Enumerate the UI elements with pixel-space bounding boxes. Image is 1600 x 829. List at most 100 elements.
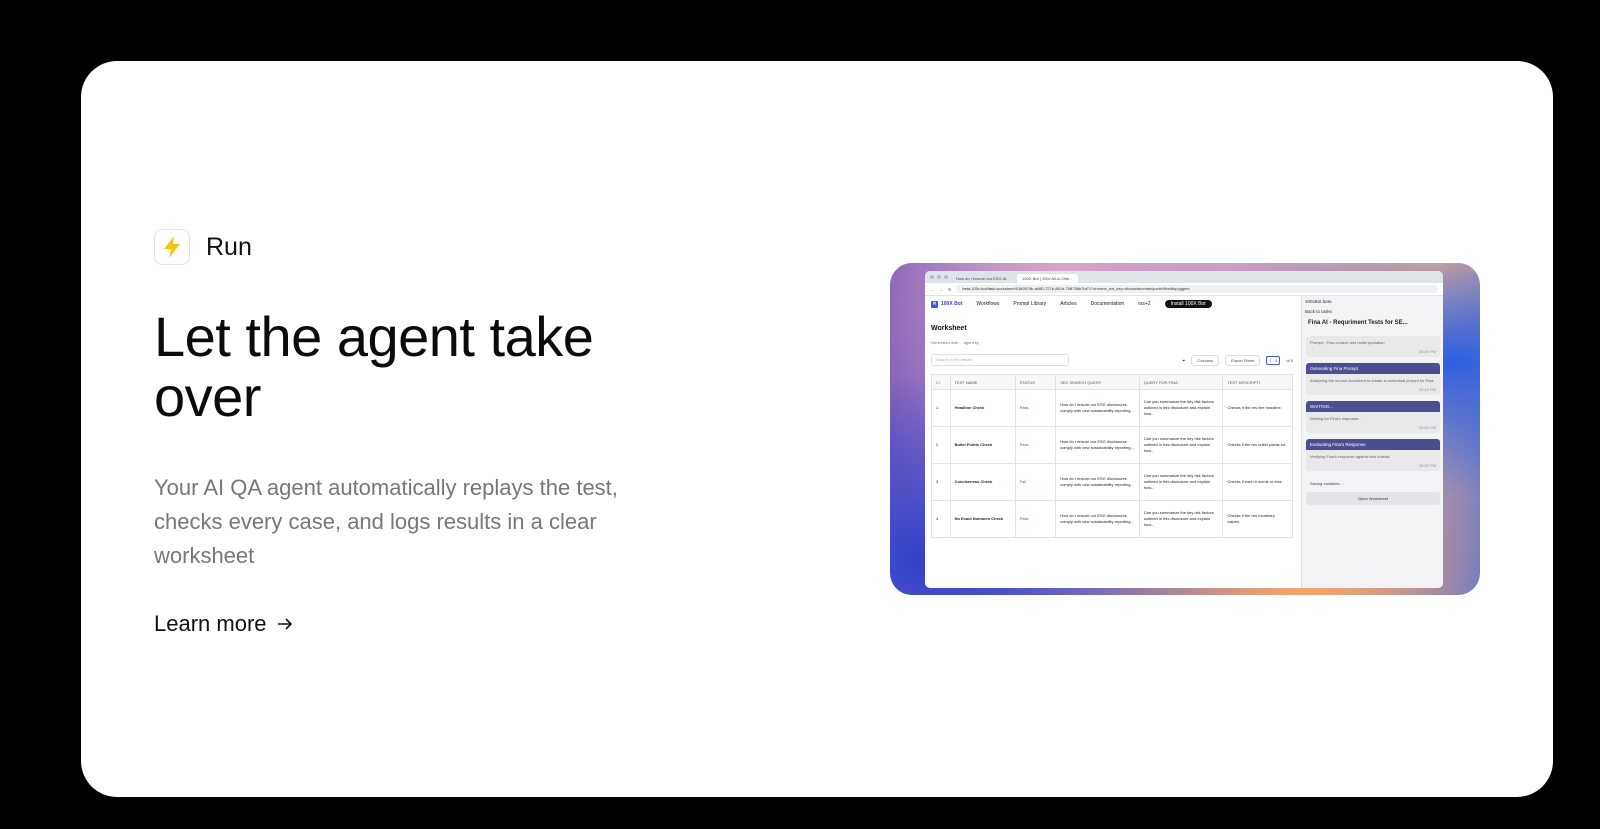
status-cell: Pass [1014,500,1057,538]
query-cell: How do I ensure our ESG disclosures comp… [1055,389,1140,427]
worksheet-title: Worksheet [931,325,967,332]
test-name-cell: No Exact Numbers Check [949,500,1016,538]
query-cell: How do I ensure our ESG disclosures comp… [1055,500,1140,538]
step-card-body: Verifying Fina's response against test c… [1310,454,1391,459]
step-card-body: Prompt - Fina content and bullet quotati… [1310,340,1385,345]
window-control-dot [930,275,934,279]
product-screenshot-preview: How do I ensure our ESG di... 100X Bot |… [890,263,1480,595]
back-icon: ← [930,286,934,292]
worksheet-table: ☐ TEST NAME STATUS SEC SEARCH QUERY QUER… [931,374,1293,538]
open-worksheet-button: Open Worksheet [1306,492,1440,505]
export-sheet-button: Export Sheet [1225,354,1261,366]
table-row: 1 Headline Check Pass How do I ensure ou… [931,389,1293,427]
table-row: 2 Bullet Points Check Pass How do I ensu… [931,426,1293,464]
select-all-checkbox: ☐ [931,374,951,390]
back-to-tasks-link: Back to tasks [1305,308,1332,314]
worksheet-area: Worksheet Generated with ... agent by Se… [931,315,1293,538]
status-cell: Fail [1014,463,1057,501]
browser-urlbar: ← → ↻ beta.100x.bot/task-worksheet/01895… [925,283,1443,296]
status-cell: Pass [1014,426,1057,464]
table-header-row: ☐ TEST NAME STATUS SEC SEARCH QUERY QUER… [931,374,1293,390]
user-label: rss+2 [1138,301,1151,307]
app-navbar: ✕ 100X Bot Workflows Prompt Library Arti… [925,296,1307,312]
browser-window: How do I ensure our ESG di... 100X Bot |… [925,271,1443,588]
step-card-title: WAITING... [1306,401,1440,412]
feature-tag-label: Run [206,232,252,261]
feature-text-column: Run Let the agent take over Your AI QA a… [154,229,674,637]
learn-more-link[interactable]: Learn more [154,611,293,637]
query-cell: How do I ensure our ESG disclosures comp… [1055,463,1140,501]
brand-mark-icon: ✕ [931,300,938,308]
step-card-time: 05:40 PM [1418,349,1436,354]
side-panel-header: 100xBot.beta [1302,296,1443,306]
description-cell: Checks if the res line headline. [1222,389,1293,427]
page-title: Let the agent take over [154,305,594,428]
worksheet-toolbar: Search in the results ⏷ Columns Export S… [931,354,1293,366]
query-cell: Can you summarize the key risk factors o… [1138,389,1224,427]
table-row: 4 No Exact Numbers Check Pass How do I e… [931,500,1293,538]
test-name-cell: Bullet Points Check [949,426,1016,464]
install-button: Install 100X Bot [1164,300,1212,308]
status-cell: Pass [1014,389,1057,427]
query-cell: Can you summarize the key risk factors o… [1138,463,1224,501]
pager-range: 1 - 5 [1266,355,1281,365]
step-card: WAITING... Waiting for Fina's response..… [1306,401,1440,433]
reload-icon: ↻ [948,286,952,292]
step-card-time: 05:50 PM [1418,463,1436,468]
column-header: STATUS [1014,374,1057,390]
nav-item-documentation: Documentation [1090,301,1125,307]
column-header: QUERY FOR FINA [1138,374,1224,390]
search-input: Search in the results [931,354,1069,366]
arrow-right-icon [277,618,292,630]
column-header: SEC SEARCH QUERY [1055,374,1140,390]
query-cell: Can you summarize the key risk factors o… [1138,500,1224,538]
query-cell: How do I ensure our ESG disclosures comp… [1055,426,1140,464]
step-card: Evaluating Fina's Response Verifying Fin… [1306,439,1440,471]
step-card-time: 05:50 PM [1418,425,1436,430]
lightning-bolt-icon [154,229,190,265]
feature-tag: Run [154,229,674,265]
description-cell: Checks if the res monetary values. [1222,500,1293,538]
row-number: 1 [931,389,951,427]
test-name-cell: Conciseness Check [949,463,1016,501]
step-card-time: 05:40 PM [1418,387,1436,392]
columns-button: Columns [1191,354,1220,366]
window-control-dot [937,275,941,279]
browser-tab: How do I ensure our ESG di... [956,276,1010,281]
extension-app-name: 100xBot.beta [1305,298,1332,304]
brand-name: 100X Bot [941,301,963,307]
browser-tabbar: How do I ensure our ESG di... 100X Bot |… [925,271,1443,283]
query-cell: Can you summarize the key risk factors o… [1138,426,1224,464]
description-cell: Checks if each b words or less. [1222,463,1293,501]
learn-more-label: Learn more [154,611,267,636]
saving-status: Saving variables... [1310,481,1343,486]
forward-icon: → [939,286,943,292]
url-field: beta.100x.bot/task-worksheet/0189579b-a0… [956,285,1438,293]
nav-item-workflows: Workflows [976,301,1000,307]
brand-logo: ✕ 100X Bot [931,300,963,308]
step-card-body: Analyzing the source document to create … [1310,378,1435,383]
extension-side-panel: 100xBot.beta Back to tasks Fina AI - Req… [1301,296,1443,588]
worksheet-subtitle: Generated with ... agent by [931,340,980,345]
step-card-title: Generating Fina Prompt [1306,363,1440,374]
table-row: 3 Conciseness Check Fail How do I ensure… [931,463,1293,501]
step-card-title: Evaluating Fina's Response [1306,439,1440,450]
window-control-dot [944,275,948,279]
feature-description: Your AI QA agent automatically replays t… [154,475,618,568]
test-name-cell: Headline Check [949,389,1016,427]
filter-icon: ⏷ [1182,357,1186,363]
description-cell: Checks if the res bullet points lot. [1222,426,1293,464]
row-number: 4 [931,500,951,538]
column-header: TEST DESCRIPTI [1222,374,1293,390]
step-card-body: Waiting for Fina's response... [1310,416,1362,421]
feature-card: Run Let the agent take over Your AI QA a… [81,61,1553,797]
pager-total: of 5 [1286,357,1293,363]
row-number: 2 [931,426,951,464]
nav-item-articles: Articles [1060,301,1077,307]
browser-tab-active: 100X Bot | 100x All-in-One... [1017,274,1078,283]
step-card: Prompt - Fina content and bullet quotati… [1306,336,1440,357]
step-card: Generating Fina Prompt Analyzing the sou… [1306,363,1440,395]
row-number: 3 [931,463,951,501]
column-header: TEST NAME [949,374,1016,390]
side-panel-title: Fina AI - Requriment Tests for SE... [1308,320,1408,326]
